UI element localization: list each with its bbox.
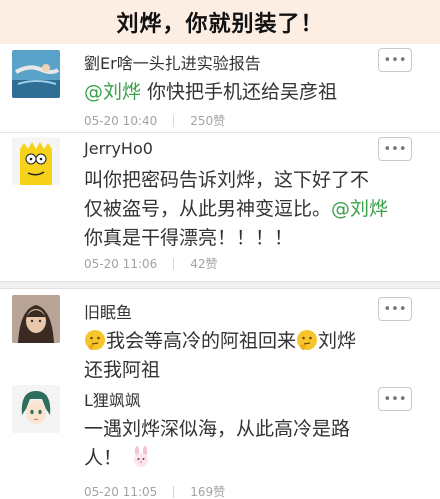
thinking-face-icon <box>296 329 318 351</box>
like-count[interactable]: 169赞 <box>190 483 225 499</box>
title-banner: 刘烨，你就别装了！ <box>0 0 440 44</box>
comment-meta: 05-20 10:40 250赞 <box>84 112 225 129</box>
username[interactable]: L狸飒飒 <box>84 387 141 411</box>
avatar[interactable] <box>12 50 60 98</box>
comment-line: 叫你把密码告诉刘烨，这下好了不 <box>84 169 370 191</box>
avatar-bart-image <box>12 137 60 185</box>
more-options-button[interactable]: ••• <box>378 48 412 72</box>
avatar[interactable] <box>12 137 60 185</box>
comment-line-text: 我会等高冷的阿祖回来 <box>106 330 297 352</box>
comment-card: JerryHo0 ••• 叫你把密码告诉刘烨，这下好了不 仅被盗号，从此男神变逗… <box>0 133 440 281</box>
comment-body: 你快把手机还给吴彦祖 <box>141 81 338 103</box>
mention-link[interactable]: @刘烨 <box>84 81 141 103</box>
comment-line: 人！ <box>84 444 414 473</box>
more-options-button[interactable]: ••• <box>378 297 412 321</box>
section-gap <box>0 281 440 289</box>
comment-line: 一遇刘烨深似海，从此高冷是路 <box>84 418 351 440</box>
comment-line: 你真是干得漂亮！！！！ <box>84 227 294 249</box>
username[interactable]: 劉Er啥一头扎进实验报告 <box>84 50 261 74</box>
comment-text: 叫你把密码告诉刘烨，这下好了不 仅被盗号，从此男神变逗比。@刘烨 你真是干得漂亮… <box>84 166 414 253</box>
mention-link[interactable]: @刘烨 <box>331 198 388 220</box>
timestamp: 05-20 11:05 <box>84 484 158 499</box>
avatar-swimmer-image <box>12 50 60 98</box>
avatar-anime-image <box>12 385 60 433</box>
comment-meta: 05-20 11:06 42赞 <box>84 255 218 272</box>
comment-card: 劉Er啥一头扎进实验报告 ••• @刘烨 你快把手机还给吴彦祖 05-20 10… <box>0 44 440 132</box>
comment-line: 我会等高冷的阿祖回来 刘烨 <box>84 327 414 356</box>
comment-card: L狸飒飒 ••• 一遇刘烨深似海，从此高冷是路 人！ 05-20 11:05 1… <box>0 381 440 499</box>
comment-text: 我会等高冷的阿祖回来 刘烨 还我阿祖 <box>84 327 414 385</box>
meta-divider <box>173 114 175 127</box>
username[interactable]: 旧眠鱼 <box>84 299 132 323</box>
meta-divider <box>173 485 175 498</box>
comment-text: 一遇刘烨深似海，从此高冷是路 人！ <box>84 415 414 473</box>
banner-title: 刘烨，你就别装了！ <box>116 12 324 37</box>
comment-meta: 05-20 11:05 169赞 <box>84 483 225 499</box>
avatar[interactable] <box>12 295 60 343</box>
timestamp: 05-20 11:06 <box>84 256 158 271</box>
rabbit-face-icon <box>130 446 152 468</box>
thinking-face-icon <box>84 329 106 351</box>
timestamp: 05-20 10:40 <box>84 113 158 128</box>
like-count[interactable]: 42赞 <box>190 255 217 272</box>
comment-line-text: 人！ <box>84 447 123 469</box>
more-options-button[interactable]: ••• <box>378 137 412 161</box>
avatar-portrait-image <box>12 295 60 343</box>
meta-divider <box>173 257 175 270</box>
comment-card: 旧眠鱼 ••• 我会等高冷的阿祖回来 刘烨 还我阿祖 <box>0 289 440 381</box>
avatar[interactable] <box>12 385 60 433</box>
like-count[interactable]: 250赞 <box>190 112 225 129</box>
comment-text: @刘烨 你快把手机还给吴彦祖 <box>84 78 414 107</box>
more-options-button[interactable]: ••• <box>378 387 412 411</box>
comment-line-text: 刘烨 <box>318 330 357 352</box>
comment-line: 仅被盗号，从此男神变逗比。@刘烨 <box>84 195 414 224</box>
username[interactable]: JerryHo0 <box>84 139 153 158</box>
comment-line-text: 仅被盗号，从此男神变逗比。 <box>84 198 332 220</box>
